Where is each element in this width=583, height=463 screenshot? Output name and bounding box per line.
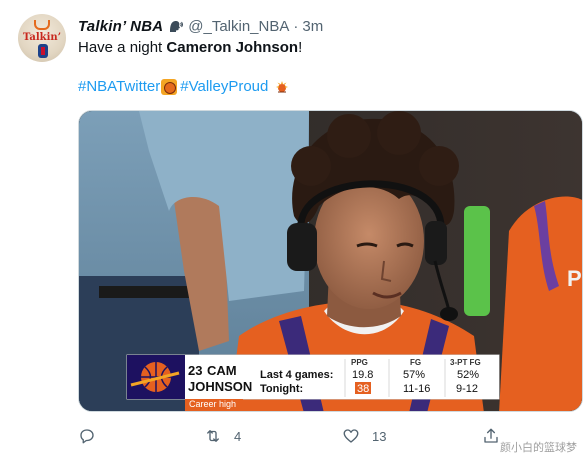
hoop-icon — [34, 20, 50, 30]
tweet-text-suffix: ! — [298, 39, 303, 56]
row-ppg-tonight: 38 — [357, 383, 370, 395]
retweet-count: 4 — [234, 428, 242, 444]
like-button[interactable]: 13 — [342, 424, 386, 448]
hashtag-valleyproud[interactable]: #ValleyProud — [180, 77, 268, 97]
scoreboard-text: 23 CAM JOHNSON Career high PPG FG 3-PT F… — [79, 111, 582, 411]
row-label-tonight: Tonight: — [260, 383, 304, 395]
display-name[interactable]: Talkin’ NBA — [78, 18, 163, 35]
retweet-icon — [207, 430, 219, 442]
row-fg-tonight: 11-16 — [403, 383, 431, 395]
share-button[interactable] — [482, 424, 500, 448]
hashtags: #NBATwitter #ValleyProud — [78, 77, 290, 97]
hashtag-nbatwitter[interactable]: #NBATwitter — [78, 77, 160, 97]
player-first-name: CAM — [207, 363, 237, 378]
reply-button[interactable] — [78, 424, 108, 448]
sun-icon — [274, 79, 290, 95]
retweet-button[interactable]: 4 — [204, 424, 241, 448]
jersey-stripe — [41, 47, 45, 55]
tweet-media[interactable]: P 23 CAM JOHNSON Career high PPG FG 3-PT… — [78, 110, 583, 412]
avatar-text: Talkin’ — [22, 32, 62, 43]
tweet[interactable]: Talkin’ Talkin’ NBA @_Talkin_NBA · 3m Ha… — [0, 0, 583, 463]
row-ppg-last4: 19.8 — [352, 369, 374, 381]
row-3pt-last4: 52% — [457, 369, 480, 381]
header-3pt: 3-PT FG — [450, 358, 481, 367]
share-icon — [484, 428, 498, 443]
avatar[interactable]: Talkin’ — [18, 14, 66, 62]
row-3pt-tonight: 9-12 — [456, 383, 479, 395]
header-fg: FG — [410, 358, 422, 367]
player-last-name: JOHNSON — [188, 379, 253, 394]
tweet-header: Talkin’ NBA @_Talkin_NBA · 3m — [78, 15, 323, 37]
tweet-text-prefix: Have a night — [78, 39, 167, 56]
tweet-text: Have a night Cameron Johnson! — [78, 38, 568, 58]
jersey-number: 23 — [188, 363, 203, 378]
separator: · — [293, 17, 299, 35]
row-fg-last4: 57% — [403, 369, 426, 381]
reply-icon — [80, 429, 94, 444]
handle[interactable]: @_Talkin_NBA — [188, 18, 289, 35]
timestamp[interactable]: 3m — [302, 18, 323, 35]
suns-basketball-icon — [161, 79, 178, 95]
watermark: 颜小白的篮球梦 — [500, 441, 577, 454]
career-high-tag: Career high — [189, 399, 237, 409]
header-ppg: PPG — [351, 358, 368, 367]
like-icon — [343, 429, 359, 443]
speaking-head-icon — [168, 18, 184, 34]
row-label-last4: Last 4 games: — [260, 369, 334, 381]
tweet-text-bold: Cameron Johnson — [166, 39, 299, 56]
like-count: 13 — [372, 428, 387, 444]
